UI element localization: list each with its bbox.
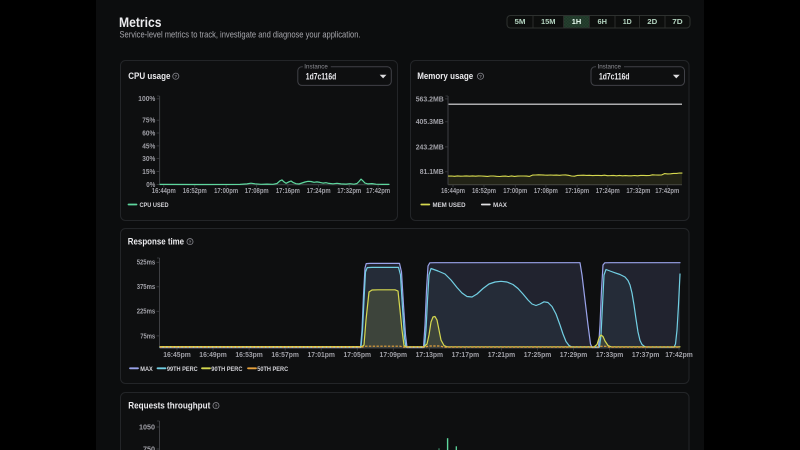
svg-text:15M: 15M — [541, 17, 556, 26]
svg-text:CPU USED: CPU USED — [140, 202, 169, 209]
svg-text:?: ? — [189, 239, 192, 244]
svg-text:6H: 6H — [598, 17, 608, 26]
svg-text:243.2MB: 243.2MB — [416, 144, 444, 151]
svg-text:90TH PERC: 90TH PERC — [211, 366, 242, 373]
svg-text:17:37pm: 17:37pm — [632, 350, 660, 359]
svg-text:17:29pm: 17:29pm — [560, 350, 588, 359]
svg-text:17:17pm: 17:17pm — [452, 350, 480, 359]
svg-text:16:44pm: 16:44pm — [441, 188, 465, 195]
svg-text:17:08pm: 17:08pm — [245, 188, 269, 195]
svg-text:99TH PERC: 99TH PERC — [167, 366, 198, 373]
svg-text:60%: 60% — [142, 130, 156, 137]
svg-text:30%: 30% — [142, 156, 156, 163]
svg-text:405.3MB: 405.3MB — [416, 119, 444, 126]
svg-text:17:32pm: 17:32pm — [337, 188, 361, 195]
svg-text:?: ? — [215, 403, 218, 408]
svg-text:17:33pm: 17:33pm — [596, 350, 624, 359]
svg-text:17:32pm: 17:32pm — [626, 188, 650, 195]
svg-text:17:24pm: 17:24pm — [596, 188, 620, 195]
svg-text:17:13pm: 17:13pm — [416, 350, 444, 359]
svg-text:Service-level metrics to track: Service-level metrics to track, investig… — [120, 29, 361, 39]
svg-text:1H: 1H — [572, 17, 582, 26]
svg-text:75ms: 75ms — [140, 333, 155, 340]
svg-text:17:42pm: 17:42pm — [655, 188, 679, 195]
svg-text:525ms: 525ms — [137, 260, 156, 267]
svg-text:Metrics: Metrics — [119, 14, 162, 30]
svg-text:15%: 15% — [142, 169, 156, 176]
svg-text:MAX: MAX — [140, 366, 153, 373]
svg-text:16:53pm: 16:53pm — [235, 350, 263, 359]
svg-text:16:57pm: 16:57pm — [271, 350, 299, 359]
svg-text:1d7c116d: 1d7c116d — [306, 72, 337, 82]
svg-text:75%: 75% — [142, 118, 156, 125]
svg-text:1D: 1D — [623, 17, 632, 26]
svg-text:17:24pm: 17:24pm — [307, 188, 331, 195]
svg-text:17:00pm: 17:00pm — [214, 188, 238, 195]
svg-text:CPU usage: CPU usage — [128, 71, 170, 81]
svg-text:50TH PERC: 50TH PERC — [257, 366, 288, 373]
svg-text:Requests throughput: Requests throughput — [128, 401, 210, 411]
svg-text:Response time: Response time — [128, 237, 184, 247]
svg-text:17:05pm: 17:05pm — [344, 350, 372, 359]
svg-text:16:49pm: 16:49pm — [199, 350, 227, 359]
svg-text:17:16pm: 17:16pm — [276, 188, 300, 195]
svg-text:MEM USED: MEM USED — [433, 202, 466, 209]
svg-text:17:09pm: 17:09pm — [380, 350, 408, 359]
svg-text:16:45pm: 16:45pm — [163, 350, 191, 359]
svg-text:1d7c116d: 1d7c116d — [599, 72, 630, 82]
svg-text:100%: 100% — [138, 96, 156, 103]
svg-text:7D: 7D — [672, 17, 683, 26]
svg-text:Instance: Instance — [598, 64, 622, 71]
svg-text:225ms: 225ms — [137, 309, 156, 316]
svg-text:16:52pm: 16:52pm — [183, 188, 207, 195]
svg-text:2D: 2D — [647, 17, 657, 26]
svg-text:45%: 45% — [142, 143, 156, 150]
svg-text:17:42pm: 17:42pm — [665, 350, 693, 359]
svg-text:Instance: Instance — [304, 64, 328, 71]
svg-text:16:52pm: 16:52pm — [472, 188, 496, 195]
svg-text:17:00pm: 17:00pm — [503, 188, 527, 195]
svg-text:Memory usage: Memory usage — [417, 71, 473, 81]
svg-text:16:44pm: 16:44pm — [152, 188, 176, 195]
svg-text:17:01pm: 17:01pm — [307, 350, 335, 359]
svg-text:17:16pm: 17:16pm — [565, 188, 589, 195]
svg-text:17:08pm: 17:08pm — [534, 188, 558, 195]
svg-text:MAX: MAX — [493, 202, 507, 209]
svg-text:17:21pm: 17:21pm — [488, 350, 516, 359]
svg-text:?: ? — [479, 74, 482, 79]
svg-text:1050: 1050 — [139, 424, 155, 431]
svg-text:?: ? — [174, 74, 177, 79]
svg-text:5M: 5M — [515, 17, 526, 26]
svg-text:17:25pm: 17:25pm — [524, 350, 552, 359]
svg-text:375ms: 375ms — [137, 284, 156, 291]
svg-text:81.1MB: 81.1MB — [420, 169, 444, 176]
svg-text:563.2MB: 563.2MB — [416, 96, 444, 103]
svg-text:17:42pm: 17:42pm — [366, 188, 390, 195]
svg-text:750: 750 — [143, 446, 155, 450]
